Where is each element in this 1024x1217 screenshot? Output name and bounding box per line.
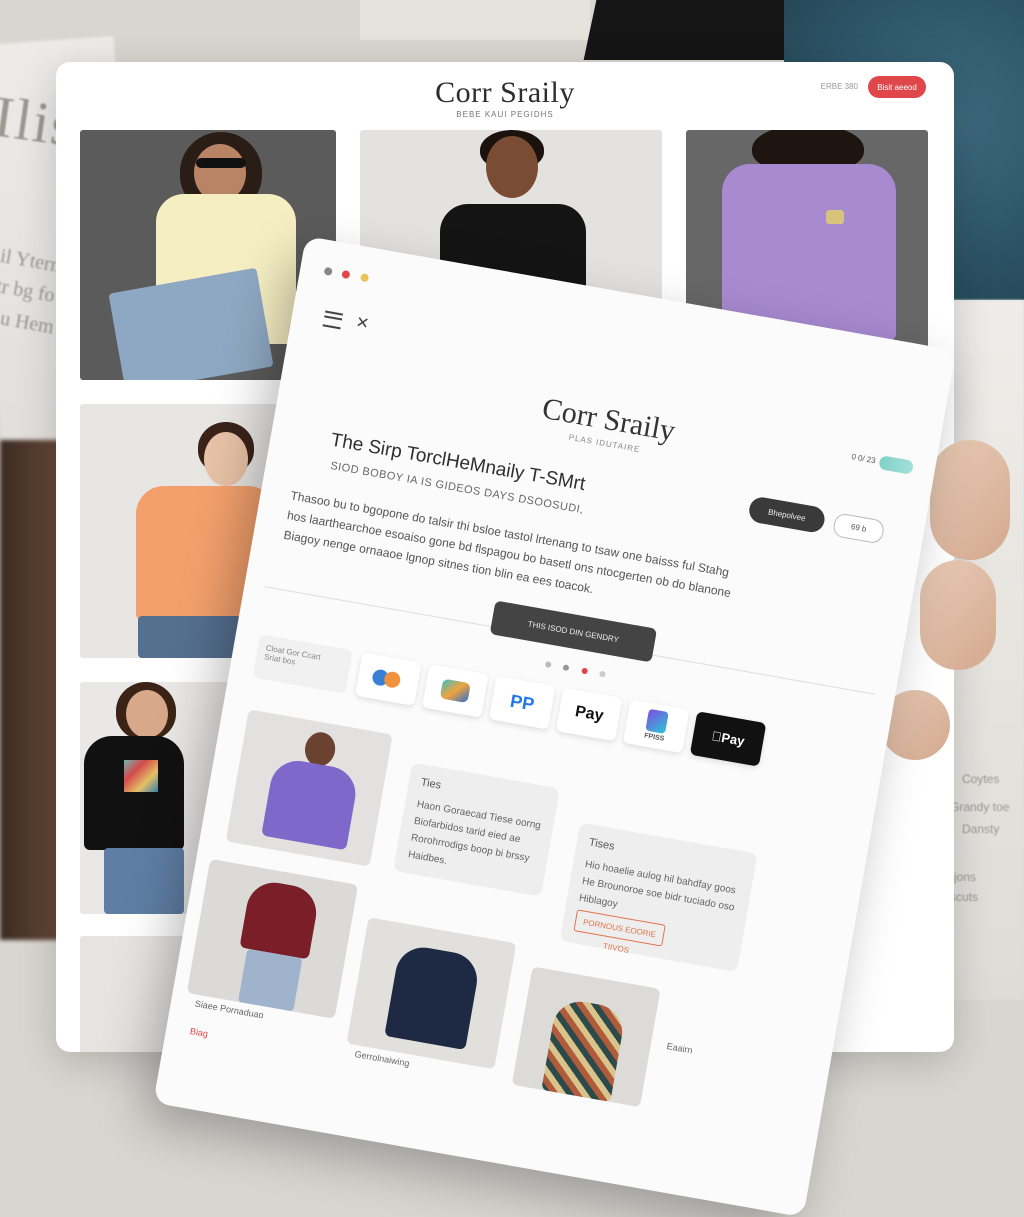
shirt-logo xyxy=(826,210,844,224)
product-card-maroon-tee[interactable] xyxy=(186,858,359,1019)
carousel-dot[interactable] xyxy=(562,664,570,672)
product-caption: Biag xyxy=(189,1026,209,1040)
hand-finger xyxy=(930,440,1010,560)
background-right-text: Coytes xyxy=(962,772,1000,786)
carousel-dot[interactable] xyxy=(581,667,589,675)
purple-tshirt xyxy=(261,756,360,851)
model-head xyxy=(204,432,248,486)
shirt-graphic xyxy=(124,760,158,792)
paypal-icon[interactable]: PP xyxy=(488,675,556,730)
light-jeans xyxy=(237,948,303,1012)
printed-tshirt xyxy=(541,997,627,1102)
fpay-shape xyxy=(645,708,669,734)
hero-cta-button[interactable]: THIS ISOD DIN GENDRY xyxy=(489,600,658,663)
maroon-tshirt xyxy=(239,878,321,960)
window-dot-icon[interactable] xyxy=(323,266,333,277)
search-link[interactable]: ERBE 380 xyxy=(821,82,858,91)
pay-button[interactable]: Pay xyxy=(555,687,623,742)
blue-jeans xyxy=(108,267,274,380)
brand-tagline: BEBE KAUI PEGIDHS xyxy=(456,110,554,119)
info-card-text: Haon Goraecad Tiese oorng Biofarbidos ta… xyxy=(407,798,542,867)
sunglasses xyxy=(196,158,246,168)
background-paper xyxy=(360,0,590,40)
background-right-text: Dansty xyxy=(962,822,1000,836)
window-controls xyxy=(323,262,376,289)
product-card-purple-tee[interactable] xyxy=(225,709,393,867)
fpay-icon[interactable]: FPISS xyxy=(622,699,690,754)
black-graphic-tshirt xyxy=(84,736,184,850)
model-head xyxy=(486,136,538,198)
store-info-card[interactable]: Cloat Gor Ccart Sriat bos xyxy=(252,634,353,694)
carousel-dot[interactable] xyxy=(544,661,552,669)
model-head xyxy=(126,690,168,738)
cart-count-pill[interactable]: 69 b xyxy=(831,512,886,545)
info-card: Ties Haon Goraecad Tiese oorng Biofarbid… xyxy=(393,762,560,897)
visit-store-button[interactable]: Bisit aeeod xyxy=(868,76,926,98)
brand-logo[interactable]: Corr Sraily xyxy=(56,76,954,110)
blue-jeans xyxy=(104,848,184,914)
close-icon[interactable]: ✕ xyxy=(354,312,371,334)
background-right-text: Grandy toe xyxy=(950,800,1010,814)
carousel-dot[interactable] xyxy=(599,670,607,678)
window-dot-icon[interactable] xyxy=(359,273,370,283)
apple-pay-label: Pay xyxy=(715,729,745,749)
info-card: Tises Hio hoaelie aulog hil bahdfay goos… xyxy=(559,822,758,972)
window-dot-icon[interactable] xyxy=(341,269,351,280)
product-card-navy-tee[interactable] xyxy=(346,917,517,1070)
hamburger-menu-icon[interactable] xyxy=(322,310,344,330)
shop-now-pill[interactable]: Bhepolvee xyxy=(747,495,827,535)
product-caption: Eaairn xyxy=(665,1041,694,1056)
hand-finger xyxy=(920,560,996,670)
mastercard-icon[interactable] xyxy=(354,652,422,706)
wallet-icon[interactable] xyxy=(421,663,489,718)
wallet-shape xyxy=(439,678,471,704)
apple-pay-button[interactable]: Pay xyxy=(689,711,767,767)
product-card-print-tee[interactable] xyxy=(511,966,661,1108)
navy-tshirt xyxy=(384,943,482,1050)
carousel-dots xyxy=(544,654,615,684)
card-circle xyxy=(382,670,402,689)
